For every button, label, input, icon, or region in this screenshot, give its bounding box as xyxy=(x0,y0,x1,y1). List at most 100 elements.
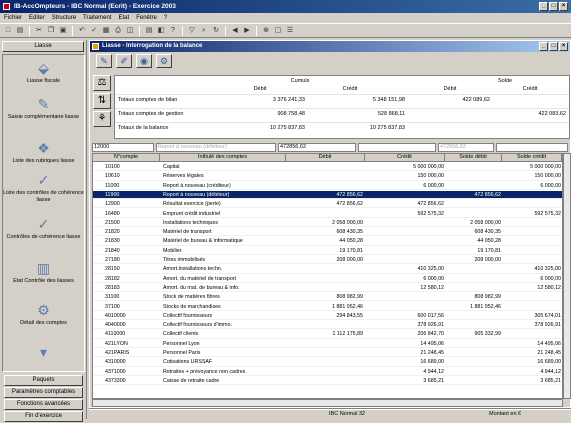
options-icon[interactable]: ⚙ xyxy=(156,54,172,68)
sidebar-tab-paquets[interactable]: Paquets xyxy=(4,375,83,386)
sidebar-tab-parametres[interactable]: Paramètres comptables xyxy=(4,387,83,398)
col-header-account[interactable]: N°compte xyxy=(93,154,160,162)
table-row[interactable]: 4310000 Cotisations URSSAF 16 689,00 16 689… xyxy=(93,358,562,367)
table-cell: Retraites + prévoyance non cadres xyxy=(163,368,246,375)
table-cell: 1 881 952,46 xyxy=(332,303,363,310)
child-maximize-button[interactable]: □ xyxy=(549,42,558,51)
table-row[interactable]: 28182 Amort. du matériel de transport 6 00… xyxy=(93,275,562,283)
table-cell: 10100 xyxy=(105,164,120,170)
close-button[interactable]: × xyxy=(559,2,568,11)
brush-icon[interactable]: ✎ xyxy=(96,54,112,68)
table-cell: Amort. du matériel de transport xyxy=(163,275,237,282)
sidebar-item-liasse-fiscale[interactable]: ⬙ Liasse fiscale xyxy=(3,61,84,85)
filter-account-input[interactable]: 12000 xyxy=(92,143,154,152)
sidebar-item-controles[interactable]: ✓ Contrôles de cohérence liasse xyxy=(3,217,84,241)
sidebar-tab-fonctions[interactable]: Fonctions avancées xyxy=(4,399,83,410)
page-icon[interactable]: ▢ xyxy=(273,26,283,36)
col-header-debit[interactable]: Débit xyxy=(286,154,365,162)
gestion-icon[interactable]: ⚘ xyxy=(93,111,111,127)
back-icon[interactable]: ◀ xyxy=(230,26,240,36)
filter-icon[interactable]: ▽ xyxy=(187,26,197,36)
sidebar-item-saisie[interactable]: ✎ Saisie complémentaire liasse xyxy=(3,97,84,121)
table-row[interactable]: 31100 Stock de matières fibres 808 982,99 8… xyxy=(93,293,562,302)
table-row[interactable]: 4373300 Caisse de retraite cadre 3 685,21 3… xyxy=(93,377,562,386)
preview-icon[interactable]: ◫ xyxy=(125,26,135,36)
table-row[interactable]: 11900 Report à nouveau (débiteur) 472 856,… xyxy=(93,190,562,200)
table-row[interactable]: 28183 Amort. du mat. de bureau & info. 12 … xyxy=(93,284,562,293)
sidebar-tab-fin-exercice[interactable]: Fin d'exercice xyxy=(4,411,83,422)
table-row[interactable]: 4010000 Collectif fournisseurs 294 843,55 6… xyxy=(93,312,562,321)
select-icon[interactable]: ◉ xyxy=(136,54,152,68)
table-row[interactable]: 421LYON Personnel Lyon 14 495,06 14 495,06 xyxy=(93,340,562,348)
table-row[interactable]: 21840 Mobilier 19 170,81 19 170,81 xyxy=(93,247,562,255)
filter-credit-input[interactable] xyxy=(358,143,436,152)
search-icon[interactable]: ⌕ xyxy=(199,26,209,36)
horizontal-scrollbar[interactable] xyxy=(92,399,563,407)
calc-icon[interactable]: ▤ xyxy=(144,26,154,36)
menu-structure[interactable]: Structure xyxy=(52,13,76,23)
table-cell: 592 575,32 xyxy=(417,210,444,217)
menu-fenetre[interactable]: Fenêtre xyxy=(136,13,157,23)
print-icon[interactable]: ⎙ xyxy=(113,26,123,36)
sidebar-scroll[interactable]: ▾ xyxy=(3,345,84,362)
open-icon[interactable]: ▤ xyxy=(15,26,25,36)
check-icon[interactable]: ✓ xyxy=(89,26,99,36)
menu-fichier[interactable]: Fichier xyxy=(4,13,22,23)
sidebar-item-detail[interactable]: ⚙ Détail des comptes xyxy=(3,303,84,327)
menu-etat[interactable]: Etat xyxy=(119,13,130,23)
col-header-label[interactable]: Intitulé des comptes xyxy=(160,154,286,162)
table-row[interactable]: 4110000 Collectif clients 1 112 175,89 206 … xyxy=(93,330,562,339)
table-cell: 472 856,62 xyxy=(336,191,363,198)
table-row[interactable]: 27180 Titres immobilisés 208 000,00 208 000… xyxy=(93,256,562,265)
sidebar-item-liste-controles[interactable]: ✓ Liste des contrôles de cohérence liass… xyxy=(3,173,84,203)
help-icon[interactable]: ? xyxy=(168,26,178,36)
new-icon[interactable]: □ xyxy=(3,26,13,36)
vertical-scrollbar[interactable] xyxy=(563,153,571,399)
list-view-icon[interactable]: ☰ xyxy=(285,26,295,36)
table-cell: Report à nouveau (débiteur) xyxy=(163,191,230,198)
maximize-button[interactable]: □ xyxy=(549,2,558,11)
child-minimize-button[interactable]: _ xyxy=(539,42,548,51)
table-row[interactable]: 10610 Réserves légales 150 000,00 150 000,0… xyxy=(93,172,562,181)
sort-icon[interactable]: ⇅ xyxy=(93,93,111,109)
table-row[interactable]: 37100 Stocks de marchandises 1 881 952,46 1… xyxy=(93,303,562,311)
sidebar-tab-liasse[interactable]: Liasse xyxy=(2,41,84,52)
menu-editer[interactable]: Editer xyxy=(29,13,45,23)
col-header-credit[interactable]: Crédit xyxy=(365,154,445,162)
edit-icon[interactable]: ✐ xyxy=(116,54,132,68)
sidebar-item-etat-controle[interactable]: ▥ Etat Contrôle des liasses xyxy=(3,261,84,285)
child-close-button[interactable]: × xyxy=(559,42,568,51)
table-row[interactable]: 421PARIS Personnel Paris 21 248,45 21 248,4… xyxy=(93,349,562,358)
copy-icon[interactable]: ❐ xyxy=(46,26,56,36)
table-row[interactable]: 21500 Installations techniques 2 058 000,0… xyxy=(93,219,562,228)
table-row[interactable]: 4040000 Collectif fournisseurs d'immo. 378… xyxy=(93,321,562,330)
filter-balance-input[interactable]: 472856,62 xyxy=(438,143,494,152)
zoom-icon[interactable]: ⊕ xyxy=(261,26,271,36)
table-cell: 2 058 000,00 xyxy=(470,219,501,226)
col-header-solde-credit[interactable]: Solde crédit xyxy=(502,154,562,162)
table-row[interactable]: 21820 Matériel de transport 608 430,35 608 … xyxy=(93,228,562,237)
table-row[interactable]: 4371000 Retraites + prévoyance non cadres… xyxy=(93,368,562,376)
table-row[interactable]: 10100 Capital 5 000 000,00 5 000 000,00 xyxy=(93,163,562,172)
sidebar-item-rubriques[interactable]: ❖ Liste des rubriques liasse xyxy=(3,141,84,165)
forward-icon[interactable]: ▶ xyxy=(242,26,252,36)
filter-amount-input[interactable]: 472856,62 xyxy=(278,143,356,152)
balance-icon[interactable]: ⚖ xyxy=(93,75,111,91)
table-row[interactable]: 12900 Résultat exercice (perte) 472 856,62… xyxy=(93,200,562,209)
chart-icon[interactable]: ◧ xyxy=(156,26,166,36)
table-row[interactable]: 16480 Emprunt crédit industriel 592 575,32… xyxy=(93,210,562,218)
paste-icon[interactable]: ▣ xyxy=(58,26,68,36)
filter-label-input[interactable]: Report à nouveau (débiteur) xyxy=(156,143,276,152)
table-row[interactable]: 28150 Amort.installations techn. 410 325,0… xyxy=(93,265,562,274)
undo-icon[interactable]: ↶ xyxy=(77,26,87,36)
col-header-solde-debit[interactable]: Solde débit xyxy=(445,154,502,162)
minimize-button[interactable]: _ xyxy=(539,2,548,11)
table-row[interactable]: 11000 Report à nouveau (créditeur) 6 000,0… xyxy=(93,182,562,190)
cut-icon[interactable]: ✂ xyxy=(34,26,44,36)
menu-help[interactable]: ? xyxy=(164,13,167,23)
refresh-icon[interactable]: ↻ xyxy=(211,26,221,36)
grid-icon[interactable]: ▦ xyxy=(101,26,111,36)
table-row[interactable]: 21830 Matériel de bureau & informatique 44… xyxy=(93,237,562,246)
filter-solde-credit-input[interactable] xyxy=(496,143,568,152)
menu-traitement[interactable]: Traitement xyxy=(83,13,111,23)
